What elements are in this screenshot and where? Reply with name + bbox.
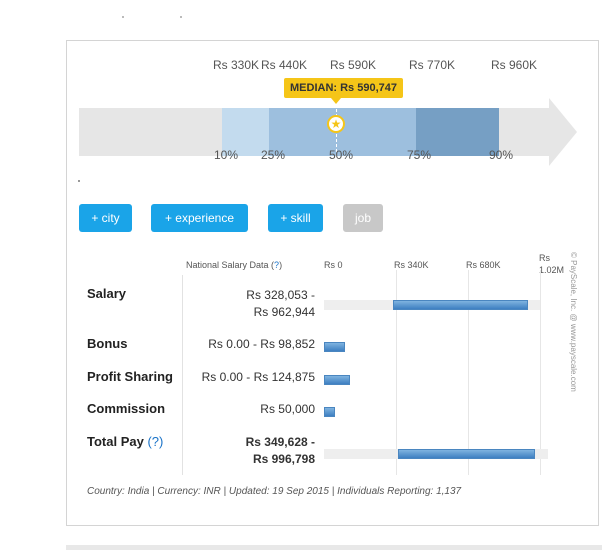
row-label-profit-sharing: Profit Sharing xyxy=(87,369,173,384)
dot-decoration xyxy=(78,180,80,182)
national-salary-header: National Salary Data (?) xyxy=(186,260,282,270)
top-dots-decoration xyxy=(122,16,182,22)
value-line: Rs 328,053 - xyxy=(246,288,315,302)
percentile-arrow-head xyxy=(549,98,577,166)
table-divider xyxy=(182,275,183,475)
axis-label: Rs 0 xyxy=(324,260,343,270)
median-label: MEDIAN: Rs 590,747 xyxy=(284,78,403,98)
median-label-pointer xyxy=(331,98,341,104)
profit-sharing-bar xyxy=(324,375,351,385)
row-label-commission: Commission xyxy=(87,401,166,416)
total-pay-range-value: Rs 349,628 - Rs 996,798 xyxy=(246,434,315,468)
total-pay-bar xyxy=(398,449,536,459)
row-label-total-pay: Total Pay (?) xyxy=(87,434,163,449)
total-pay-text: Total Pay xyxy=(87,434,144,449)
axis-label: 1.02M xyxy=(539,265,565,275)
report-footer: Country: India | Currency: INR | Updated… xyxy=(87,486,462,497)
add-experience-button[interactable]: + experience xyxy=(151,204,248,232)
row-label-salary: Salary xyxy=(87,286,127,301)
grid-line xyxy=(540,270,541,475)
profit-sharing-range-value: Rs 0.00 - Rs 124,875 xyxy=(201,370,315,384)
percentile-bottom-label: 90% xyxy=(489,148,514,162)
percentile-top-label: Rs 960K xyxy=(491,58,538,72)
header-close: ) xyxy=(279,260,283,270)
value-line: Rs 349,628 - xyxy=(245,435,315,449)
percentile-bottom-label: 25% xyxy=(261,148,286,162)
header-title: National Salary Data ( xyxy=(186,260,275,270)
job-button[interactable]: job xyxy=(343,204,383,232)
commission-bar xyxy=(324,407,335,417)
value-line: Rs 962,944 xyxy=(253,305,315,319)
bottom-bar xyxy=(66,545,602,550)
bonus-range-value: Rs 0.00 - Rs 98,852 xyxy=(208,337,315,351)
percentile-bottom-label: 50% xyxy=(329,148,354,162)
value-line: Rs 996,798 xyxy=(252,452,315,466)
commission-value: Rs 50,000 xyxy=(260,402,315,416)
percentile-top-label: Rs 770K xyxy=(409,58,456,72)
star-icon: ★ xyxy=(327,115,345,133)
add-city-button[interactable]: + city xyxy=(79,204,132,232)
percentile-top-label: Rs 440K xyxy=(261,58,308,72)
salary-bar xyxy=(393,300,528,310)
axis-label: Rs 680K xyxy=(466,260,501,270)
total-pay-help-link[interactable]: (?) xyxy=(147,434,163,449)
row-label-bonus: Bonus xyxy=(87,336,128,351)
percentile-top-label: Rs 590K xyxy=(330,58,377,72)
percentile-bottom-label: 75% xyxy=(407,148,432,162)
bonus-bar xyxy=(324,342,345,352)
axis-label: Rs xyxy=(539,253,550,263)
axis-label: Rs 340K xyxy=(394,260,429,270)
copyright-text: © PayScale, Inc. @ www.payscale.com xyxy=(569,252,578,392)
percentile-top-label: Rs 330K xyxy=(213,58,260,72)
percentile-bottom-label: 10% xyxy=(214,148,239,162)
add-skill-button[interactable]: + skill xyxy=(268,204,323,232)
salary-range-value: Rs 328,053 - Rs 962,944 xyxy=(246,287,315,321)
